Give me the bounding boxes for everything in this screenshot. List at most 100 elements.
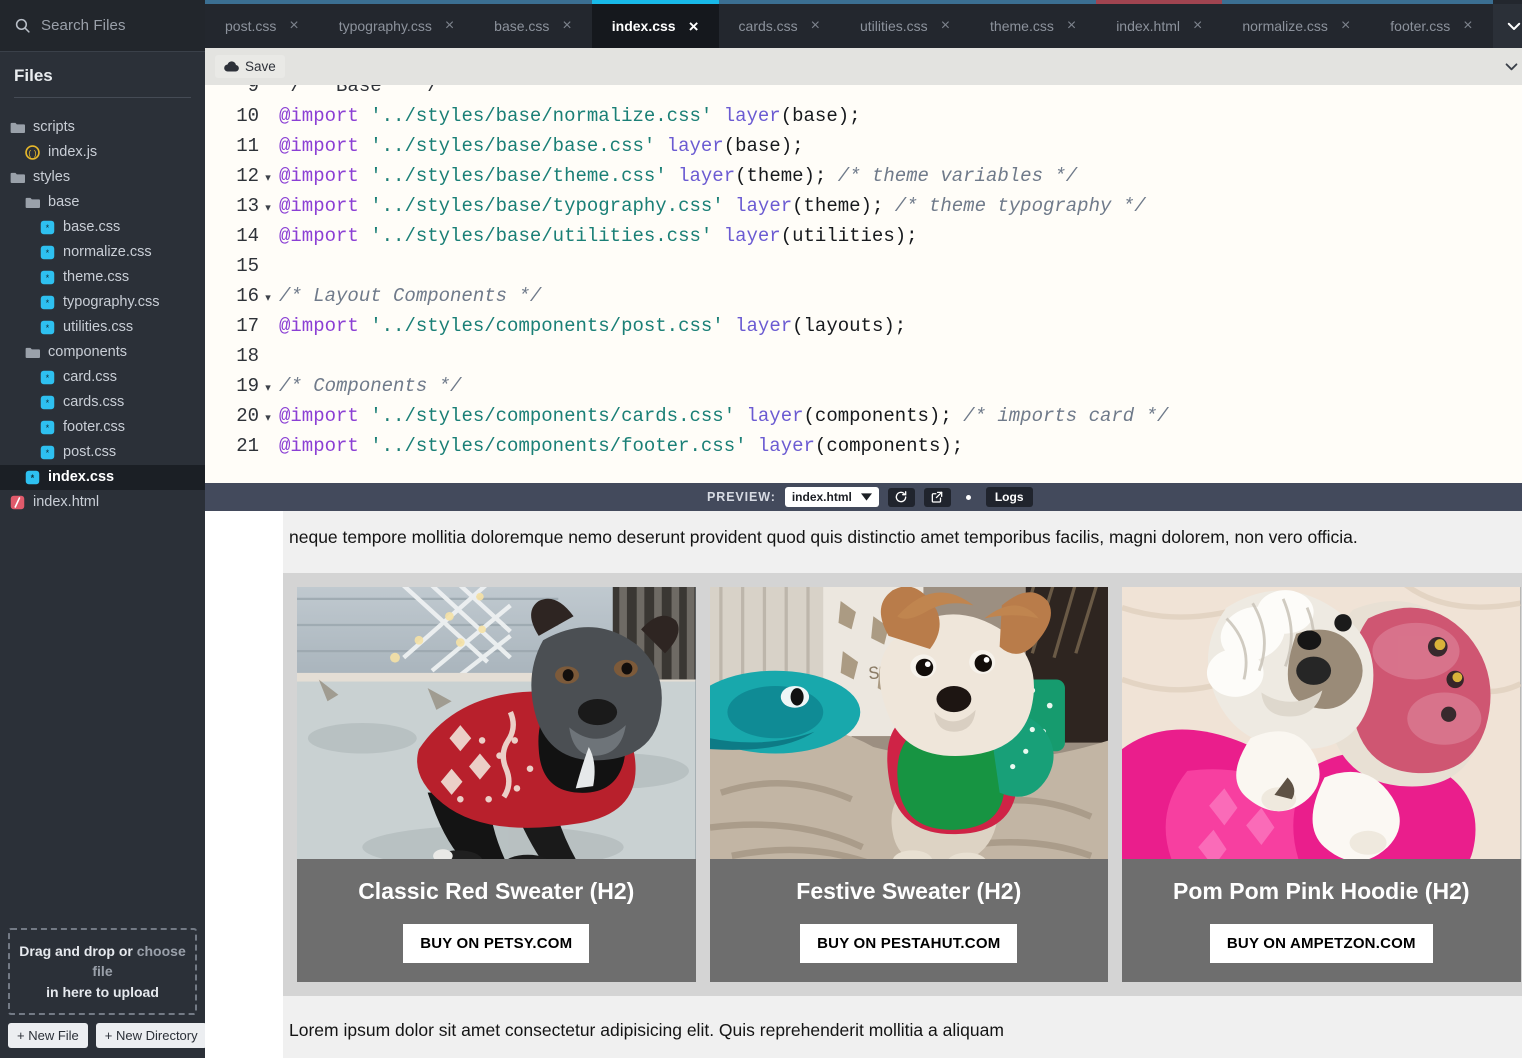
editor-tab-typography-css[interactable]: typography.css× [319,0,474,48]
file-tree-item-label: footer.css [63,420,125,435]
upload-dropzone[interactable]: Drag and drop or choose file in here to … [8,928,197,1015]
code-line: 15 [205,251,1522,281]
file-tree-item-normalize-css[interactable]: *normalize.css [0,240,205,265]
file-tree-item-label: index.css [48,470,114,485]
dropzone-strong-text: Drag and drop or [19,943,136,959]
file-tree-item-label: post.css [63,445,116,460]
buy-button[interactable]: BUY ON AMPETZON.COM [1210,924,1433,963]
code-text: @import '../styles/components/cards.css'… [275,401,1168,431]
code-token: layer [678,165,735,187]
code-token: (theme); [792,195,895,217]
preview-file-select[interactable]: index.html [785,487,879,507]
editor-tab-footer-css[interactable]: footer.css × [1370,0,1492,48]
logs-button[interactable]: Logs [986,487,1033,507]
search-icon [14,17,31,34]
close-icon[interactable]: × [562,18,571,34]
file-tree-item-index-js[interactable]: () index.js [0,140,205,165]
editor-tab-post-css[interactable]: post.css× [205,0,319,48]
file-tree-item-base-css[interactable]: *base.css [0,215,205,240]
file-tree-item-card-css[interactable]: *card.css [0,365,205,390]
file-tree-item-utilities-css[interactable]: *utilities.css [0,315,205,340]
save-button[interactable]: Save [215,55,285,78]
close-icon[interactable]: × [689,18,699,35]
editor-tab-label: normalize.css [1242,18,1328,34]
editor-tab-utilities-css[interactable]: utilities.css× [840,0,970,48]
editor-tab-normalize-css[interactable]: normalize.css × [1222,0,1370,48]
editor-tab-theme-css[interactable]: theme.css× [970,0,1096,48]
code-token: @import [279,105,359,127]
code-token: '../styles/components/post.css' [370,315,723,337]
file-tree-item-styles[interactable]: styles [0,165,205,190]
svg-text:*: * [45,449,50,459]
product-card: Classic Red Sweater (H2)BUY ON PETSY.COM [297,587,696,982]
close-icon[interactable]: × [1463,18,1472,34]
card-grid: Classic Red Sweater (H2)BUY ON PETSY.COM… [283,573,1522,996]
external-link-icon [930,490,944,504]
editor-tab-index-css[interactable]: index.css× [592,0,719,48]
code-token [724,315,735,337]
css-file-icon: * [25,470,40,485]
search-files-row[interactable]: Search Files [0,0,205,52]
fold-toggle-icon[interactable]: ▾ [261,374,275,404]
code-text: @import '../styles/base/normalize.css' l… [275,101,861,131]
editor-tab-index-html[interactable]: index.html× [1096,0,1222,48]
files-title: Files [14,66,191,86]
line-number: 12 [205,161,261,191]
close-icon[interactable]: × [1193,18,1202,34]
code-token [359,315,370,337]
fold-toggle-icon[interactable]: ▾ [261,164,275,194]
file-tree-item-index-css[interactable]: * index.css [0,465,205,490]
code-editor[interactable]: 9*/ Base */10@import '../styles/base/nor… [205,85,1522,483]
editor-tab-cards-css[interactable]: cards.css× [719,0,840,48]
new-item-buttons: + New File + New Directory [0,1023,205,1058]
file-tree-item-scripts[interactable]: scripts [0,115,205,140]
file-tree-item-index-html[interactable]: index.html [0,490,205,515]
close-icon[interactable]: × [1067,18,1076,34]
new-file-button[interactable]: + New File [8,1023,88,1048]
code-token [359,195,370,217]
code-token: '../styles/components/cards.css' [370,405,735,427]
file-tree-item-theme-css[interactable]: *theme.css [0,265,205,290]
new-directory-button[interactable]: + New Directory [96,1023,207,1048]
code-token: @import [279,135,359,157]
code-text: @import '../styles/base/utilities.css' l… [275,221,918,251]
file-tree-item-label: cards.css [63,395,124,410]
fold-toggle-icon[interactable]: ▾ [261,194,275,224]
file-tree-item-label: scripts [33,120,75,135]
close-icon[interactable]: × [1341,18,1350,34]
buy-button[interactable]: BUY ON PESTAHUT.COM [800,924,1017,963]
close-icon[interactable]: × [445,18,454,34]
close-icon[interactable]: × [941,18,950,34]
file-tree-item-footer-css[interactable]: *footer.css [0,415,205,440]
open-in-new-window-button[interactable] [924,488,951,507]
file-tree-item-typography-css[interactable]: *typography.css [0,290,205,315]
tabs-overflow-button[interactable] [1493,0,1522,48]
file-tree-item-label: index.js [48,145,97,160]
code-token: '../styles/base/typography.css' [370,195,723,217]
code-line: 13▾@import '../styles/base/typography.cs… [205,191,1522,221]
folder-icon [10,120,25,135]
fold-toggle-icon[interactable]: ▾ [261,404,275,434]
editor-tab-label: footer.css [1390,18,1450,34]
search-input[interactable]: Search Files [41,17,126,34]
code-token [712,105,723,127]
refresh-icon [894,490,908,504]
code-token: (components); [815,435,963,457]
close-icon[interactable]: × [811,18,820,34]
code-token: (components); [804,405,964,427]
buy-button[interactable]: BUY ON PETSY.COM [403,924,589,963]
savebar-overflow-button[interactable] [1499,54,1522,80]
fold-toggle-icon[interactable]: ▾ [261,284,275,314]
editor-tab-base-css[interactable]: base.css× [474,0,592,48]
file-tree-item-post-css[interactable]: * post.css [0,440,205,465]
close-icon[interactable]: × [289,18,298,34]
code-token [724,195,735,217]
svg-text:*: * [45,224,50,234]
svg-text:(): () [28,149,38,159]
file-tree-item-label: normalize.css [63,245,152,260]
refresh-preview-button[interactable] [888,488,915,507]
file-tree-item-cards-css[interactable]: *cards.css [0,390,205,415]
code-line: 12▾@import '../styles/base/theme.css' la… [205,161,1522,191]
file-tree-item-components[interactable]: components [0,340,205,365]
file-tree-item-base[interactable]: base [0,190,205,215]
